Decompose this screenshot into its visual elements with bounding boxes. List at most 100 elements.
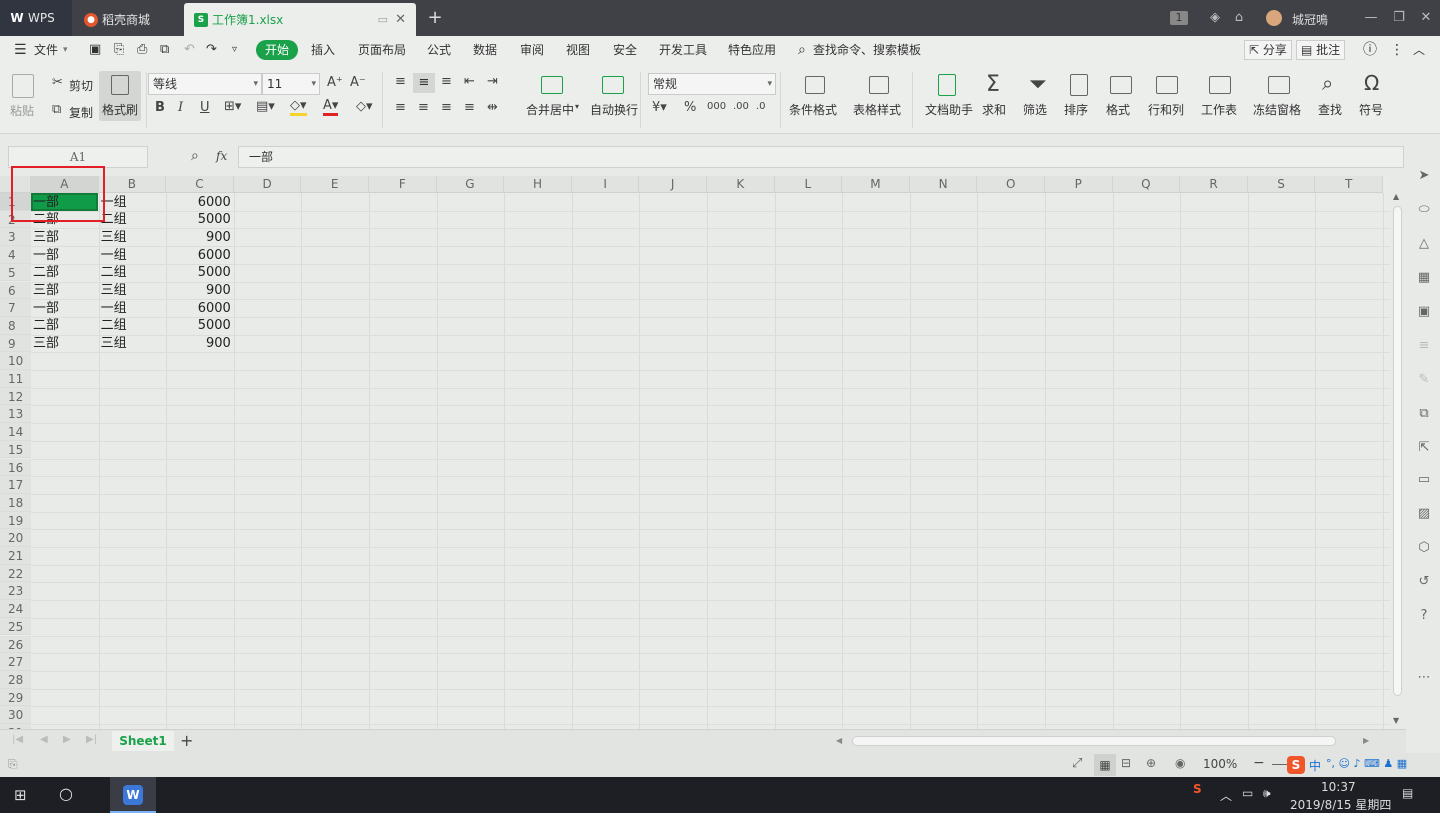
image-icon[interactable]: ▨ bbox=[1416, 506, 1432, 522]
symbol-button[interactable]: 符号 bbox=[1359, 101, 1383, 118]
row-header-15[interactable]: 15 bbox=[0, 440, 31, 459]
align-center-icon[interactable]: ≡ bbox=[418, 100, 429, 115]
cell-c4[interactable]: 6000 bbox=[168, 247, 234, 264]
row-header-16[interactable]: 16 bbox=[0, 458, 31, 477]
row-header-13[interactable]: 13 bbox=[0, 405, 31, 424]
increase-decimal-icon[interactable]: .00 bbox=[733, 101, 749, 112]
row-header-29[interactable]: 29 bbox=[0, 688, 31, 707]
border-icon[interactable]: ⊞▾ bbox=[224, 99, 241, 114]
column-header-l[interactable]: L bbox=[774, 176, 843, 193]
format-icon[interactable] bbox=[1110, 76, 1132, 94]
shirt-icon[interactable]: ⌂ bbox=[1230, 9, 1248, 27]
cell-c5[interactable]: 5000 bbox=[168, 264, 234, 281]
worksheet-button[interactable]: 工作表 bbox=[1201, 101, 1237, 118]
symbol-icon[interactable]: Ω bbox=[1364, 71, 1379, 95]
column-header-m[interactable]: M bbox=[842, 176, 910, 193]
column-header-h[interactable]: H bbox=[504, 176, 572, 193]
column-header-o[interactable]: O bbox=[977, 176, 1045, 193]
row-header-3[interactable]: 3 bbox=[0, 228, 31, 247]
cell-a5[interactable]: 二部 bbox=[33, 264, 99, 281]
close-window-icon[interactable]: ✕ bbox=[1417, 9, 1435, 27]
menu-file[interactable]: 文件 bbox=[34, 41, 58, 59]
vertical-scrollbar[interactable]: ▲ ▼ bbox=[1390, 190, 1406, 730]
fill-color-icon[interactable]: ◇▾ bbox=[290, 99, 307, 116]
row-header-28[interactable]: 28 bbox=[0, 670, 31, 689]
cell-b9[interactable]: 三组 bbox=[101, 335, 167, 352]
row-header-5[interactable]: 5 bbox=[0, 263, 31, 282]
cell-a4[interactable]: 一部 bbox=[33, 247, 99, 264]
column-header-i[interactable]: I bbox=[571, 176, 640, 193]
tab-store[interactable]: ● 稻壳商城 bbox=[74, 3, 182, 36]
column-header-e[interactable]: E bbox=[301, 176, 369, 193]
help-circle-icon[interactable]: ? bbox=[1416, 608, 1432, 624]
row-header-11[interactable]: 11 bbox=[0, 370, 31, 388]
scissors-icon[interactable]: ✂ bbox=[52, 75, 63, 90]
column-header-k[interactable]: K bbox=[707, 176, 775, 193]
row-header-14[interactable]: 14 bbox=[0, 423, 31, 441]
row-header-19[interactable]: 19 bbox=[0, 511, 31, 530]
cell-fill-icon[interactable]: ▤▾ bbox=[256, 99, 275, 114]
row-header-9[interactable]: 9 bbox=[0, 334, 31, 353]
volume-icon[interactable]: 🕪 bbox=[1263, 786, 1271, 801]
windows-start-icon[interactable]: ⊞ bbox=[14, 786, 27, 804]
help-icon[interactable]: ⓘ bbox=[1363, 41, 1377, 59]
freeze-button[interactable]: 冻结窗格 bbox=[1253, 101, 1301, 118]
print-icon[interactable]: ⎙ bbox=[137, 41, 147, 59]
last-sheet-icon[interactable]: ▶| bbox=[86, 734, 97, 745]
tab-page-layout[interactable]: 页面布局 bbox=[358, 41, 406, 59]
distribute-icon[interactable]: ⇹ bbox=[487, 100, 498, 115]
column-header-p[interactable]: P bbox=[1045, 176, 1113, 193]
row-header-20[interactable]: 20 bbox=[0, 529, 31, 547]
row-header-27[interactable]: 27 bbox=[0, 653, 31, 671]
first-sheet-icon[interactable]: |◀ bbox=[12, 734, 23, 745]
copy-icon[interactable]: ⧉ bbox=[52, 102, 61, 117]
sogou-ime-icon[interactable]: S bbox=[1287, 756, 1305, 774]
user-name[interactable]: 城冠鳴 bbox=[1292, 11, 1328, 28]
cell-c7[interactable]: 6000 bbox=[168, 300, 234, 317]
eye-icon[interactable]: ◉ bbox=[1175, 756, 1185, 770]
sogou-tray-icon[interactable]: S bbox=[1193, 782, 1202, 796]
grow-font-icon[interactable]: A⁺ bbox=[327, 75, 343, 90]
tab-data[interactable]: 数据 bbox=[473, 41, 497, 59]
skin-icon[interactable]: ◈ bbox=[1206, 9, 1224, 27]
shrink-font-icon[interactable]: A⁻ bbox=[350, 75, 366, 90]
merge-dropdown-icon[interactable]: ▾ bbox=[575, 102, 579, 111]
column-header-t[interactable]: T bbox=[1315, 176, 1383, 193]
row-header-24[interactable]: 24 bbox=[0, 600, 31, 618]
search-icon[interactable]: ⌕ bbox=[798, 41, 806, 59]
cell-b2[interactable]: 二组 bbox=[101, 211, 167, 228]
row-col-icon[interactable] bbox=[1156, 76, 1178, 94]
zoom-search-icon[interactable]: ⌕ bbox=[191, 148, 199, 164]
table-style-icon[interactable] bbox=[869, 76, 889, 94]
collapse-ribbon-icon[interactable]: ︿ bbox=[1413, 41, 1425, 59]
network-icon[interactable]: ▭ bbox=[1242, 786, 1253, 800]
freeze-icon[interactable] bbox=[1268, 76, 1290, 94]
doc-assistant-icon[interactable] bbox=[938, 74, 956, 96]
next-sheet-icon[interactable]: ▶ bbox=[63, 734, 71, 745]
sheet-tab-sheet1[interactable]: Sheet1 bbox=[112, 731, 174, 751]
format-painter-button[interactable]: 格式刷 bbox=[99, 71, 141, 121]
cortana-icon[interactable]: ○ bbox=[59, 784, 73, 803]
tray-expand-icon[interactable]: ︿ bbox=[1220, 787, 1232, 804]
wrap-text-button[interactable]: 自动换行 bbox=[590, 101, 638, 118]
ime-tools-icon[interactable]: °, ☺ ♪ ⌨ ♟ ▦ bbox=[1326, 757, 1407, 770]
redo-icon[interactable]: ↷ bbox=[206, 41, 217, 59]
status-macro-icon[interactable]: ⎘ bbox=[8, 757, 18, 772]
row-header-22[interactable]: 22 bbox=[0, 564, 31, 583]
scroll-thumb[interactable] bbox=[1393, 206, 1402, 696]
column-header-r[interactable]: R bbox=[1180, 176, 1248, 193]
align-left-icon[interactable]: ≡ bbox=[395, 100, 406, 115]
sort-icon[interactable] bbox=[1070, 74, 1088, 96]
tab-formula[interactable]: 公式 bbox=[427, 41, 451, 59]
tab-security[interactable]: 安全 bbox=[613, 41, 637, 59]
worksheet-icon[interactable] bbox=[1209, 76, 1231, 94]
row-header-18[interactable]: 18 bbox=[0, 493, 31, 512]
prev-sheet-icon[interactable]: ◀ bbox=[40, 734, 48, 745]
cell-b3[interactable]: 三组 bbox=[101, 229, 167, 246]
pin-icon[interactable]: ▭ bbox=[378, 13, 388, 26]
currency-icon[interactable]: ¥▾ bbox=[652, 100, 667, 115]
number-format-select[interactable]: 常规 bbox=[648, 73, 776, 95]
tab-document[interactable]: S 工作簿1.xlsx ▭ ✕ bbox=[184, 3, 416, 36]
shapes-icon[interactable]: ⬭ bbox=[1416, 202, 1432, 218]
font-name-select[interactable]: 等线 bbox=[148, 73, 262, 95]
